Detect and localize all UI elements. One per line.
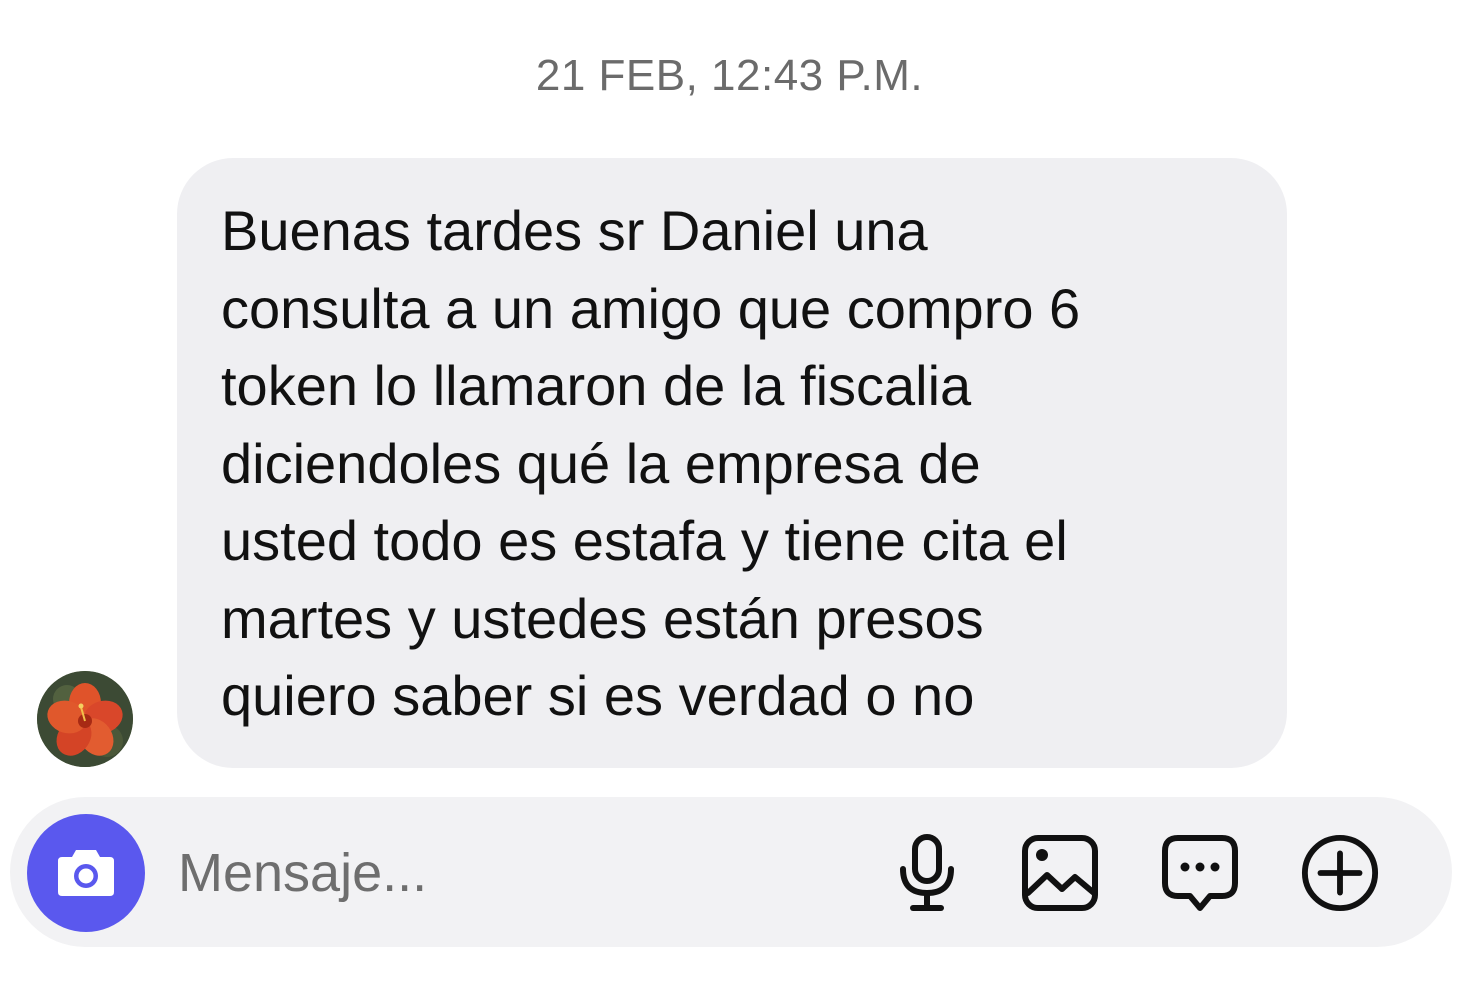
avatar-flower-image xyxy=(37,671,133,767)
image-gallery-icon xyxy=(1022,835,1098,911)
incoming-message-bubble[interactable]: Buenas tardes sr Daniel una consulta a u… xyxy=(177,158,1287,768)
camera-icon xyxy=(58,850,114,896)
sticker-button[interactable] xyxy=(1160,833,1240,913)
more-options-button[interactable] xyxy=(1300,833,1380,913)
sender-avatar[interactable] xyxy=(37,671,133,767)
message-composer xyxy=(10,797,1452,947)
message-input[interactable] xyxy=(178,833,838,913)
sticker-chat-icon xyxy=(1162,835,1238,911)
camera-button[interactable] xyxy=(27,814,145,932)
microphone-icon xyxy=(900,834,954,911)
message-timestamp: 21 FEB, 12:43 P.M. xyxy=(535,51,924,100)
gallery-button[interactable] xyxy=(1020,833,1100,913)
plus-circle-icon xyxy=(1301,834,1379,912)
voice-message-button[interactable] xyxy=(887,833,967,913)
message-text: Buenas tardes sr Daniel una consulta a u… xyxy=(221,199,1081,727)
